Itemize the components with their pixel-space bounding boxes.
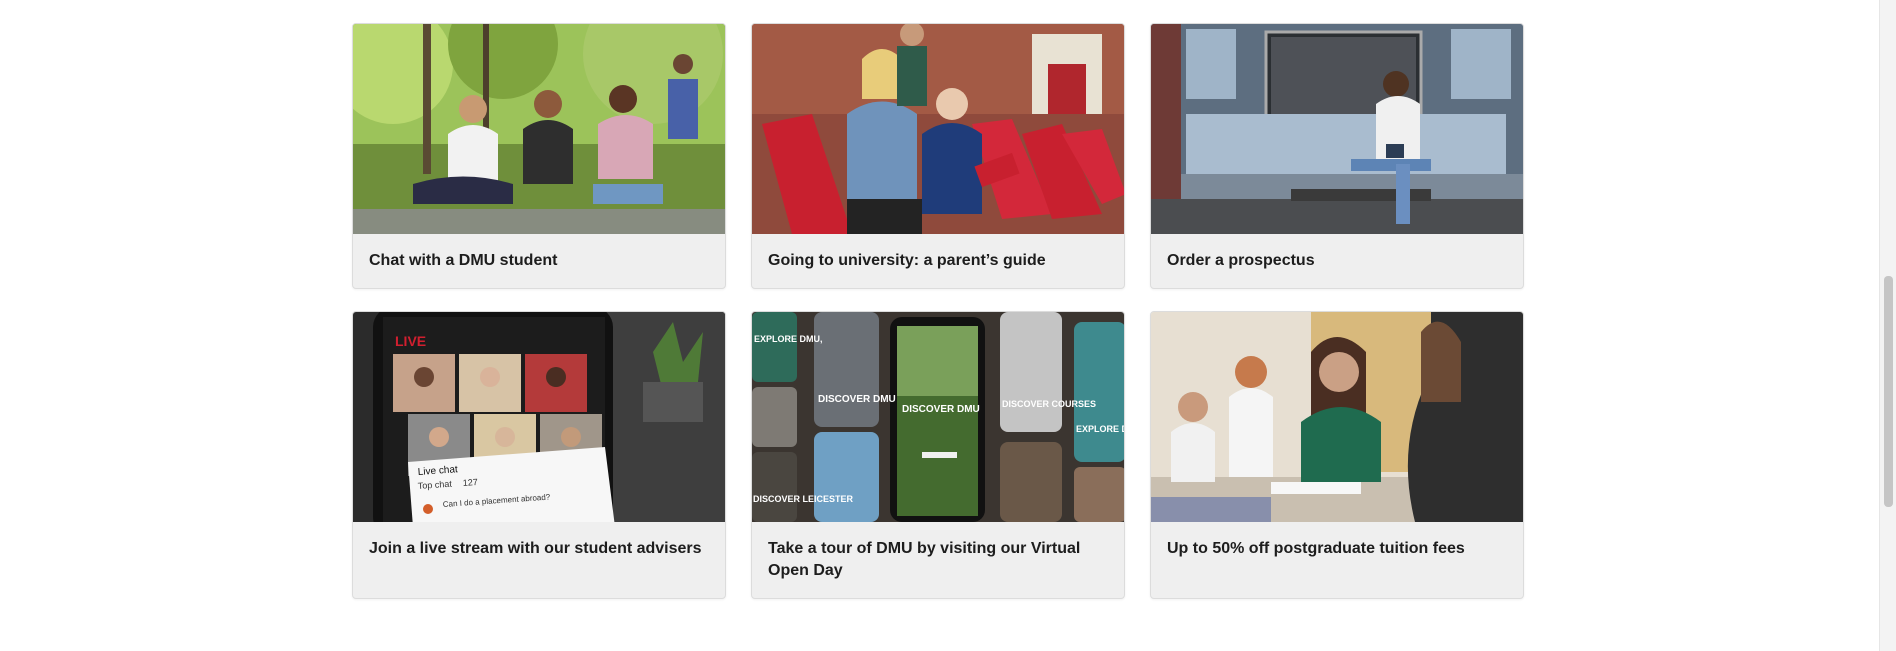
card-title: Order a prospectus	[1167, 252, 1315, 269]
svg-text:DISCOVER COURSES: DISCOVER COURSES	[1002, 399, 1096, 409]
svg-text:LIVE: LIVE	[395, 333, 426, 349]
virtual-open-day-phones-photo: EXPLORE DMU, DISCOVER DMU DISCOVER DMU D…	[752, 312, 1125, 522]
card-live-stream[interactable]: LIVE Live chat Top chat 127 Can I do a p…	[352, 311, 726, 599]
card-title: Going to university: a parent’s guide	[768, 252, 1046, 269]
cta-card-grid: Chat with a DMU student Going to univers…	[352, 23, 1524, 599]
card-title: Join a live stream with our student advi…	[369, 540, 702, 557]
scrollbar-thumb[interactable]	[1884, 276, 1893, 507]
card-title: Take a tour of DMU by visiting our Virtu…	[768, 540, 1081, 579]
svg-text:EXPLORE DMU,: EXPLORE DMU,	[1076, 424, 1125, 434]
svg-text:127: 127	[462, 477, 478, 488]
svg-text:DISCOVER DMU: DISCOVER DMU	[902, 404, 980, 415]
card-chat-with-student[interactable]: Chat with a DMU student	[352, 23, 726, 289]
students-sitting-on-grass-photo	[353, 24, 725, 234]
svg-text:DISCOVER LEICESTER: DISCOVER LEICESTER	[753, 494, 854, 504]
vertical-scrollbar[interactable]	[1879, 0, 1896, 651]
svg-text:DISCOVER DMU: DISCOVER DMU	[818, 394, 896, 405]
card-virtual-open-day[interactable]: EXPLORE DMU, DISCOVER DMU DISCOVER DMU D…	[751, 311, 1125, 599]
postgraduate-students-in-lecture-photo	[1151, 312, 1523, 522]
card-order-prospectus[interactable]: Order a prospectus	[1150, 23, 1524, 289]
card-parents-guide[interactable]: Going to university: a parent’s guide	[751, 23, 1125, 289]
card-title: Up to 50% off postgraduate tuition fees	[1167, 540, 1465, 557]
phone-livestream-photo: LIVE Live chat Top chat 127 Can I do a p…	[353, 312, 725, 522]
student-sitting-by-big-screen-photo	[1151, 24, 1523, 234]
card-title: Chat with a DMU student	[369, 252, 558, 269]
svg-text:EXPLORE DMU,: EXPLORE DMU,	[754, 334, 823, 344]
parent-and-student-on-deckchairs-photo	[752, 24, 1124, 234]
card-postgraduate-discount[interactable]: Up to 50% off postgraduate tuition fees	[1150, 311, 1524, 599]
